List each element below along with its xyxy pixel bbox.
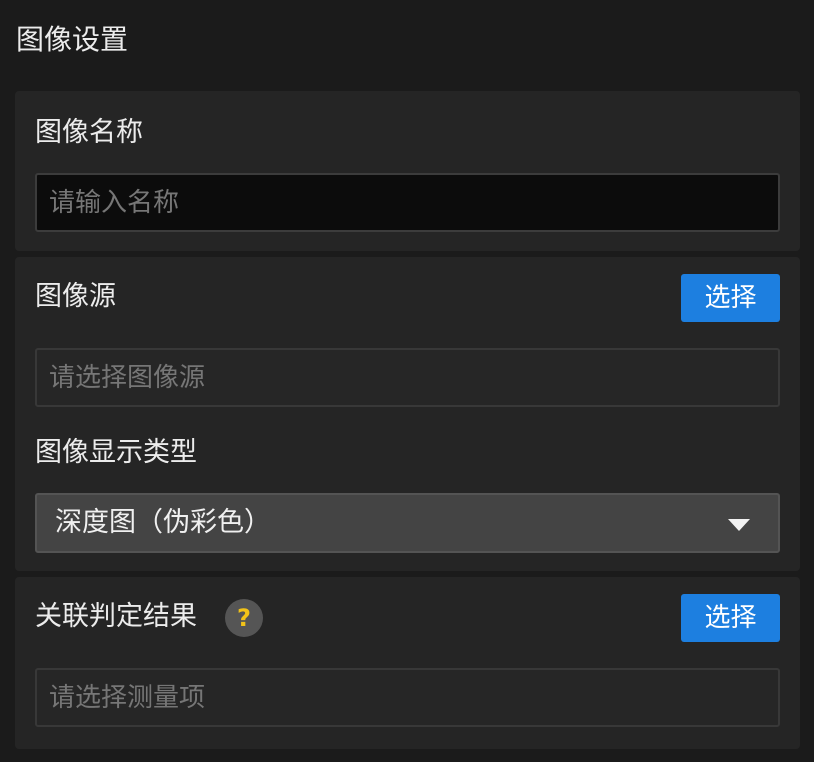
panel-title: 图像设置 <box>16 23 129 56</box>
judgement-section: 关联判定结果 ? 选择 <box>15 577 800 749</box>
image-settings-panel: 图像设置 图像名称 图像源 选择 图像显示类型 深度图（伪彩色） 关联判定结果 … <box>0 0 814 762</box>
image-source-field[interactable] <box>35 348 780 407</box>
display-type-value: 深度图（伪彩色） <box>55 507 271 538</box>
display-type-label: 图像显示类型 <box>35 437 197 468</box>
select-measurement-button[interactable]: 选择 <box>681 594 780 642</box>
measurement-field[interactable] <box>35 668 780 727</box>
select-image-source-button[interactable]: 选择 <box>681 274 780 322</box>
image-source-label: 图像源 <box>35 281 116 312</box>
question-circle-icon[interactable]: ? <box>225 599 263 637</box>
image-name-section: 图像名称 <box>15 91 800 251</box>
judgement-label: 关联判定结果 <box>35 601 197 632</box>
image-name-label: 图像名称 <box>35 117 143 148</box>
triangle-down-icon <box>728 519 750 531</box>
display-type-select[interactable]: 深度图（伪彩色） <box>35 493 780 553</box>
image-source-section: 图像源 选择 图像显示类型 深度图（伪彩色） <box>15 257 800 571</box>
image-name-input[interactable] <box>35 173 780 232</box>
